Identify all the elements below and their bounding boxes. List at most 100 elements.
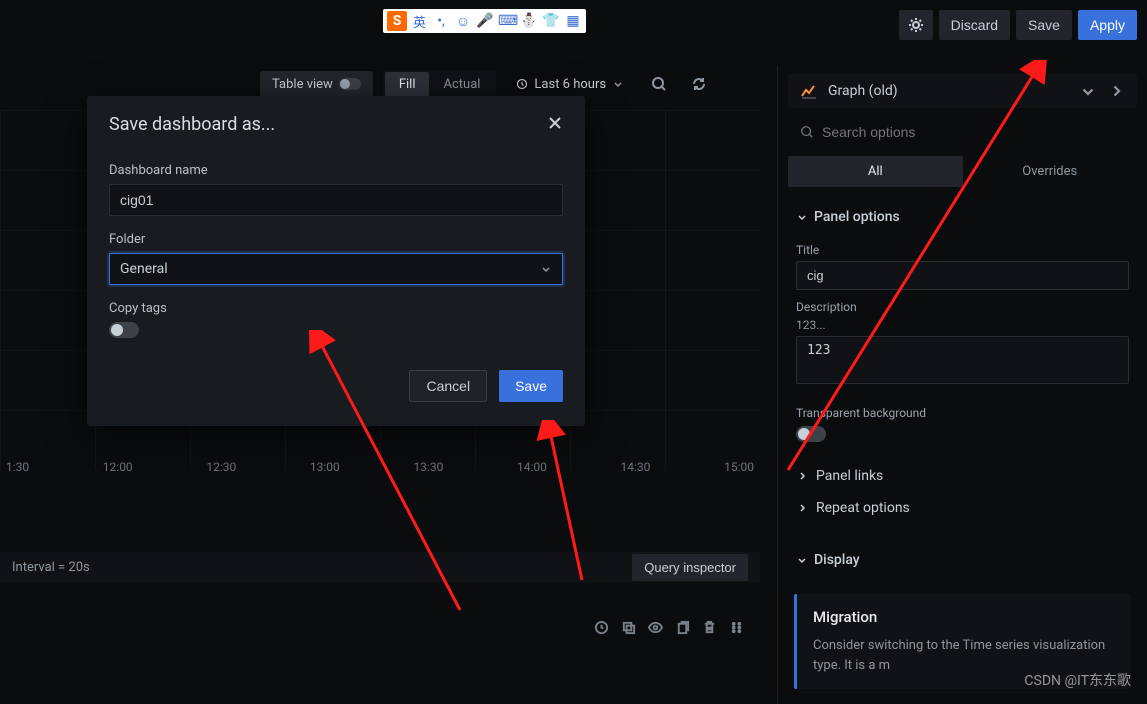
settings-button[interactable] xyxy=(899,10,933,40)
display-label: Display xyxy=(814,552,860,568)
trash-icon[interactable] xyxy=(702,620,717,635)
modal-close-button[interactable] xyxy=(547,115,563,135)
time-range-label: Last 6 hours xyxy=(534,77,606,92)
x-tick: 14:00 xyxy=(517,460,547,474)
modal-header: Save dashboard as... xyxy=(87,96,585,153)
description-preview: 123... xyxy=(796,318,1129,332)
refresh-icon xyxy=(691,76,707,92)
transparent-toggle[interactable] xyxy=(796,426,826,442)
query-inspector-button[interactable]: Query inspector xyxy=(632,554,748,581)
display-section: Display xyxy=(778,534,1147,586)
repeat-options-row[interactable]: Repeat options xyxy=(796,492,1129,524)
dashboard-name-input[interactable] xyxy=(109,184,563,216)
visualization-picker[interactable]: Graph (old) xyxy=(788,74,1137,108)
gear-icon xyxy=(908,17,924,33)
chevron-down-icon xyxy=(612,78,624,90)
ime-smiley-icon[interactable]: ☺ xyxy=(454,13,472,30)
x-tick: 13:00 xyxy=(310,460,340,474)
modal-footer: Cancel Save xyxy=(87,342,585,402)
ime-lang[interactable]: 英 xyxy=(411,12,428,31)
query-header-row: Interval = 20s Query inspector xyxy=(0,552,760,582)
display-header[interactable]: Display xyxy=(796,544,1129,576)
close-icon xyxy=(547,115,563,131)
modal-body: Dashboard name Folder General Copy tags xyxy=(87,153,585,342)
modal-title: Save dashboard as... xyxy=(109,114,275,135)
toggle-switch xyxy=(339,78,361,90)
title-label: Title xyxy=(796,243,1129,257)
apply-button[interactable]: Apply xyxy=(1078,10,1137,40)
copy-tags-toggle[interactable] xyxy=(109,322,139,338)
ime-shirt-icon[interactable]: 👕 xyxy=(542,13,560,29)
repeat-options-label: Repeat options xyxy=(816,500,910,516)
chevron-right-icon xyxy=(796,502,808,514)
ime-keyboard-icon[interactable]: ⌨ xyxy=(498,13,516,29)
ime-toolbox-icon[interactable]: ▦ xyxy=(564,13,582,29)
fill-actual-switch: Fill Actual xyxy=(383,70,497,99)
eye-icon[interactable] xyxy=(648,620,663,635)
search-options[interactable] xyxy=(788,116,1137,148)
folder-select[interactable]: General xyxy=(109,253,563,285)
panel-options-label: Panel options xyxy=(814,209,900,225)
chevron-right-icon xyxy=(796,470,808,482)
clock-icon[interactable] xyxy=(594,620,609,635)
x-tick: 14:30 xyxy=(621,460,651,474)
modal-save-button[interactable]: Save xyxy=(499,370,563,402)
drag-icon[interactable] xyxy=(729,620,744,635)
title-input[interactable] xyxy=(796,261,1129,290)
panel-links-row[interactable]: Panel links xyxy=(796,460,1129,492)
x-tick: 13:30 xyxy=(413,460,443,474)
watermark: CSDN @IT东东歌 xyxy=(1024,670,1131,690)
cancel-button[interactable]: Cancel xyxy=(409,370,487,402)
graph-icon xyxy=(800,82,818,100)
table-view-label: Table view xyxy=(272,77,333,92)
refresh-button[interactable] xyxy=(684,69,714,99)
ime-punct-icon[interactable]: •, xyxy=(432,13,450,29)
tab-all[interactable]: All xyxy=(788,156,963,187)
copy-tags-label: Copy tags xyxy=(109,301,563,316)
chevron-down-icon xyxy=(540,263,552,275)
sogou-logo-icon: S xyxy=(387,11,407,31)
panel-options-header[interactable]: Panel options xyxy=(796,201,1129,233)
x-tick: 12:30 xyxy=(206,460,236,474)
x-tick: 12:00 xyxy=(103,460,133,474)
folder-label: Folder xyxy=(109,232,563,247)
sidebar-tabs: All Overrides xyxy=(788,156,1137,187)
viz-name: Graph (old) xyxy=(828,83,1069,99)
ime-skin-icon[interactable]: ⛄ xyxy=(520,13,538,29)
options-sidebar: Graph (old) All Overrides Panel options … xyxy=(777,66,1147,704)
ime-mic-icon[interactable]: 🎤 xyxy=(476,13,494,29)
chevron-down-icon xyxy=(796,554,808,566)
query-actions xyxy=(0,612,760,642)
clock-icon xyxy=(516,78,528,90)
migration-title: Migration xyxy=(813,608,1115,626)
ime-toolbar[interactable]: S 英 •, ☺ 🎤 ⌨ ⛄ 👕 ▦ xyxy=(383,9,586,33)
tab-overrides[interactable]: Overrides xyxy=(963,156,1138,187)
description-textarea[interactable] xyxy=(796,336,1129,384)
discard-button[interactable]: Discard xyxy=(939,10,1010,40)
description-label: Description xyxy=(796,300,1129,314)
panel-links-label: Panel links xyxy=(816,468,883,484)
fill-option[interactable]: Fill xyxy=(385,72,430,97)
search-options-input[interactable] xyxy=(822,124,1125,140)
dashboard-name-label: Dashboard name xyxy=(109,163,563,178)
actual-option[interactable]: Actual xyxy=(429,72,494,97)
x-tick: 15:00 xyxy=(724,460,754,474)
zoom-out-button[interactable] xyxy=(644,69,674,99)
x-axis-ticks: 1:30 12:00 12:30 13:00 13:30 14:00 14:30… xyxy=(0,460,760,474)
panel-options-section: Panel options Title Description 123... T… xyxy=(778,191,1147,534)
chevron-down-icon xyxy=(1079,82,1097,100)
chevron-down-icon xyxy=(796,211,808,223)
transparent-label: Transparent background xyxy=(796,406,1129,420)
x-tick: 1:30 xyxy=(6,460,29,474)
save-dashboard-modal: Save dashboard as... Dashboard name Fold… xyxy=(87,96,585,426)
interval-label: Interval = 20s xyxy=(12,560,90,575)
folder-value: General xyxy=(120,261,168,277)
chevron-right-icon xyxy=(1107,82,1125,100)
table-view-toggle[interactable]: Table view xyxy=(260,71,373,98)
time-range-picker[interactable]: Last 6 hours xyxy=(506,71,634,98)
search-icon xyxy=(651,76,667,92)
save-button[interactable]: Save xyxy=(1016,10,1072,40)
duplicate-icon[interactable] xyxy=(621,620,636,635)
search-icon xyxy=(800,125,814,139)
copy-icon[interactable] xyxy=(675,620,690,635)
